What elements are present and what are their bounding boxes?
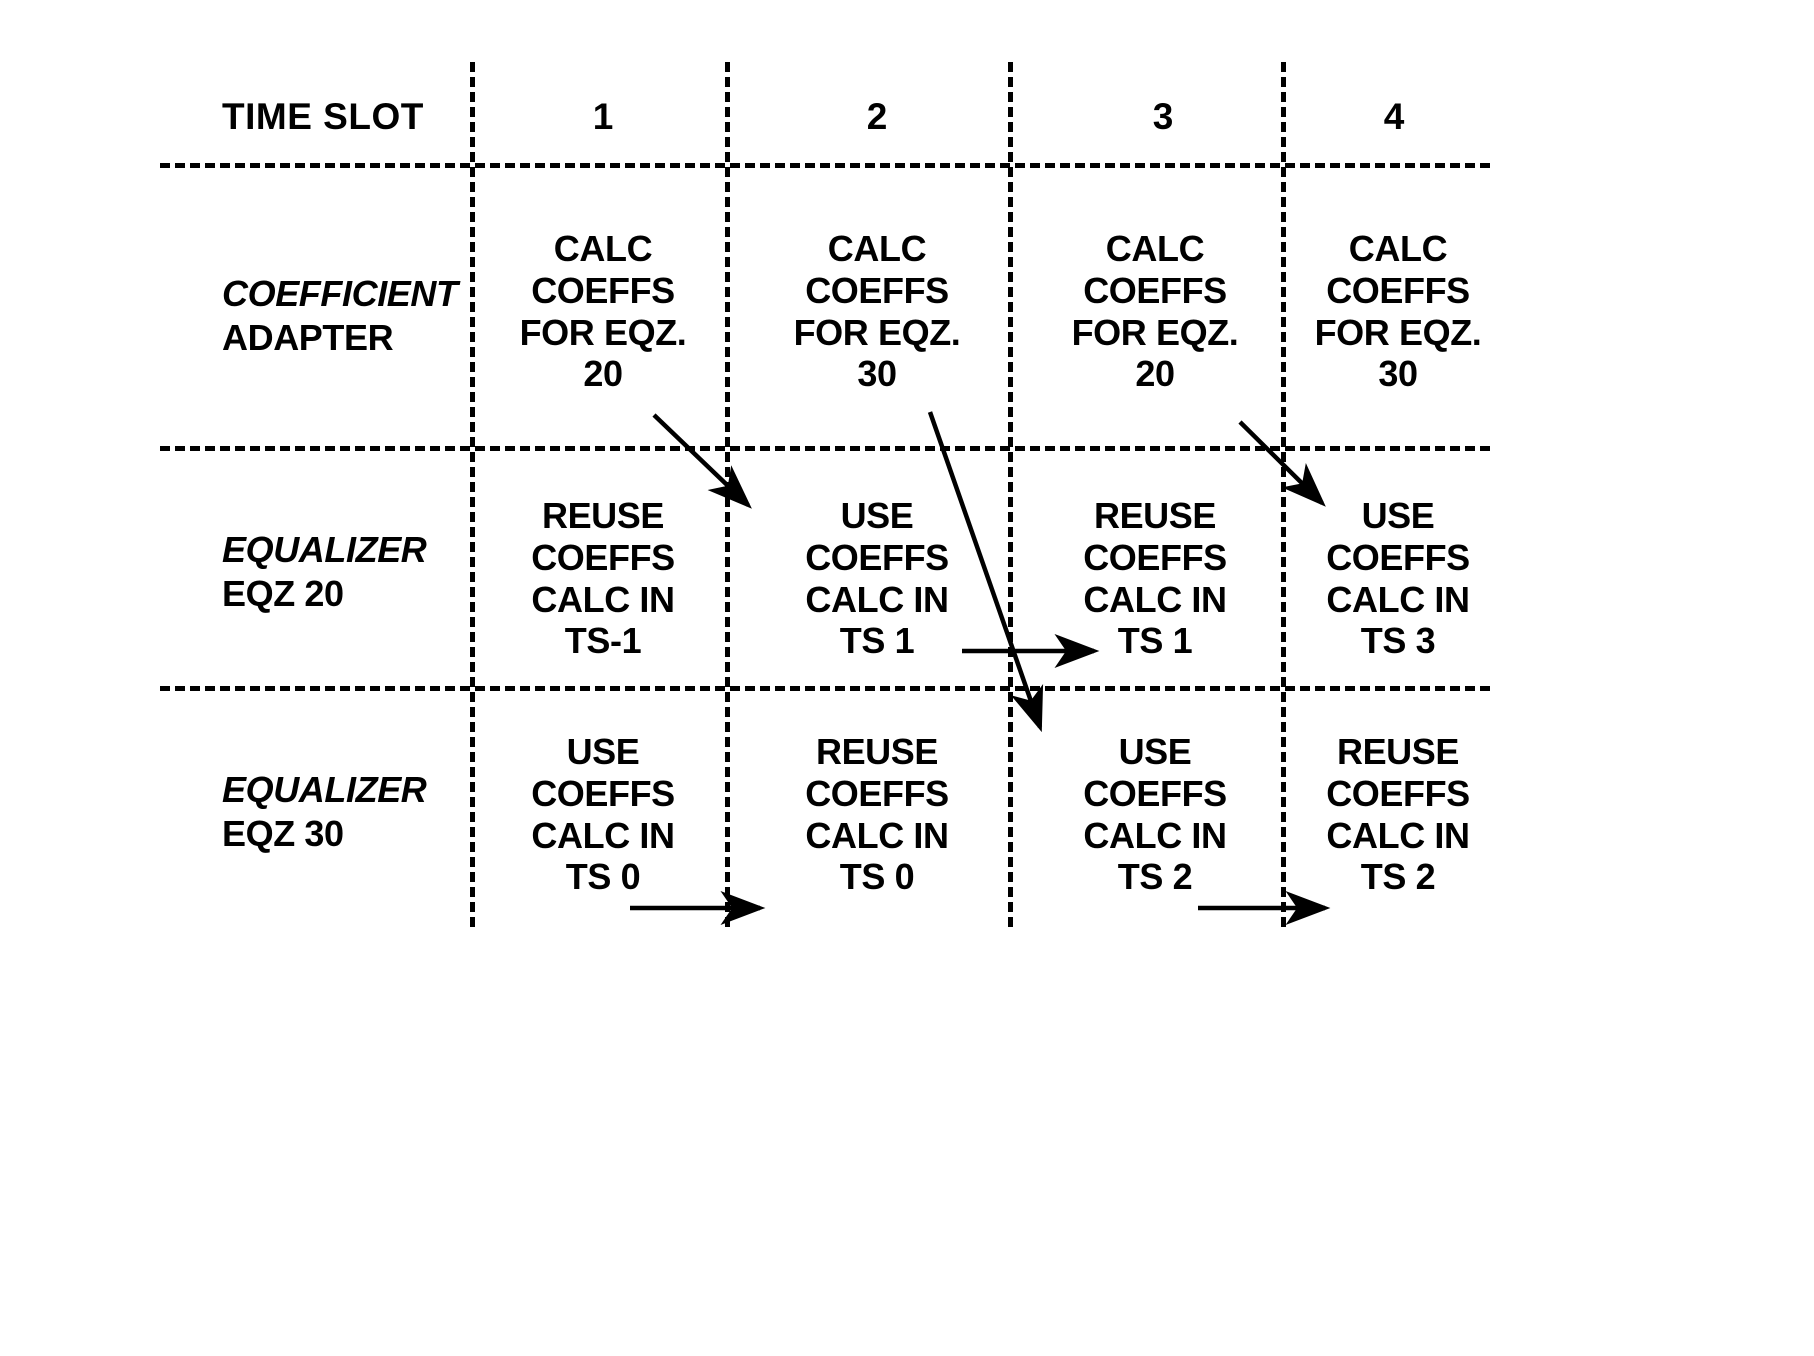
coefficient-flow-arrows xyxy=(630,411,1331,926)
row-label-line-2: EQZ 20 xyxy=(222,572,344,614)
cell-eqz30-slot-3: USE COEFFS CALC IN TS 2 xyxy=(1083,731,1227,898)
cell-eqz30-slot-4: REUSE COEFFS CALC IN TS 2 xyxy=(1326,731,1470,898)
column-divider-3 xyxy=(1008,62,1013,927)
row-label-line-2: ADAPTER xyxy=(222,316,394,358)
cell-eqz20-slot-4: USE COEFFS CALC IN TS 3 xyxy=(1326,495,1470,662)
cell-adapter-slot-2: CALC COEFFS FOR EQZ. 30 xyxy=(793,228,961,395)
column-header-3: 3 xyxy=(1152,96,1174,137)
row-label-equalizer-eqz-20: EQUALIZER EQZ 20 xyxy=(222,528,482,616)
column-divider-4 xyxy=(1281,62,1286,927)
row-label-line-2: EQZ 30 xyxy=(222,812,344,854)
column-header-2: 2 xyxy=(866,96,888,137)
row-divider-2 xyxy=(160,686,1490,691)
column-header-1: 1 xyxy=(592,96,614,137)
row-label-coefficient-adapter: COEFFICIENT ADAPTER xyxy=(222,272,482,360)
header-row-label: TIME SLOT xyxy=(222,96,424,137)
column-header-4: 4 xyxy=(1383,96,1405,137)
arrow-adapter1-to-eqz20-slot2 xyxy=(652,413,752,509)
row-label-line-1: EQUALIZER xyxy=(222,529,427,570)
cell-eqz30-slot-1: USE COEFFS CALC IN TS 0 xyxy=(531,731,675,898)
row-label-equalizer-eqz-30: EQUALIZER EQZ 30 xyxy=(222,768,482,856)
row-divider-1 xyxy=(160,446,1490,451)
timing-diagram-figure: TIME SLOT 1 2 3 4 COEFFICIENT ADAPTER EQ… xyxy=(0,0,1814,1356)
row-label-line-1: COEFFICIENT xyxy=(222,273,458,314)
row-label-line-1: EQUALIZER xyxy=(222,769,427,810)
cell-eqz20-slot-2: USE COEFFS CALC IN TS 1 xyxy=(805,495,949,662)
cell-adapter-slot-4: CALC COEFFS FOR EQZ. 30 xyxy=(1314,228,1482,395)
cell-eqz30-slot-2: REUSE COEFFS CALC IN TS 0 xyxy=(805,731,949,898)
cell-adapter-slot-3: CALC COEFFS FOR EQZ. 20 xyxy=(1071,228,1239,395)
header-row-divider xyxy=(160,163,1490,168)
cell-eqz20-slot-1: REUSE COEFFS CALC IN TS-1 xyxy=(531,495,675,662)
cell-adapter-slot-1: CALC COEFFS FOR EQZ. 20 xyxy=(519,228,687,395)
cell-eqz20-slot-3: REUSE COEFFS CALC IN TS 1 xyxy=(1083,495,1227,662)
